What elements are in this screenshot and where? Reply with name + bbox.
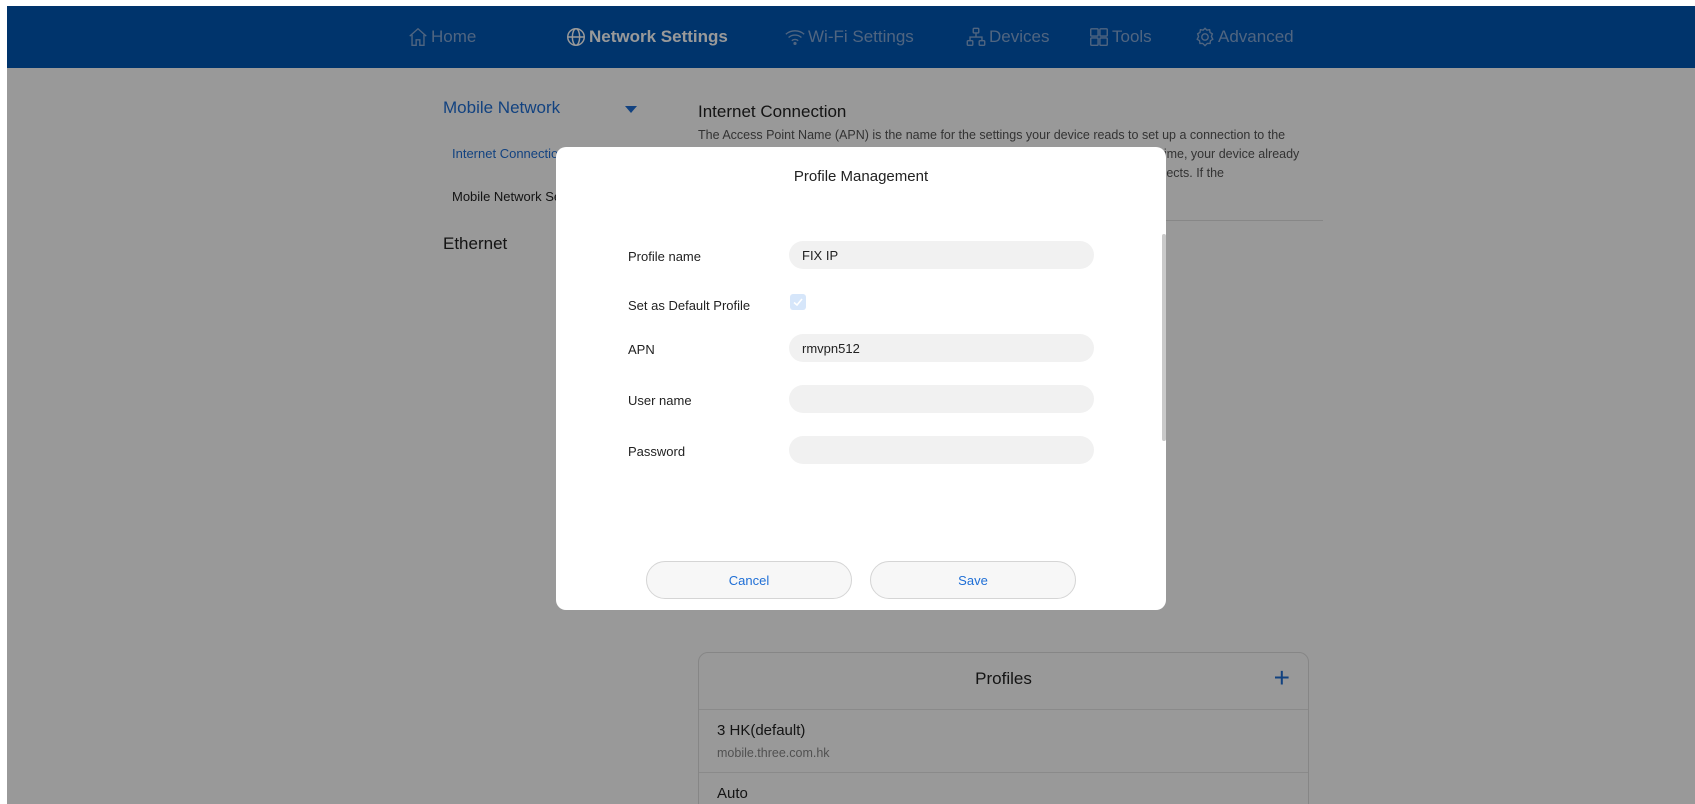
apn-input[interactable]	[789, 334, 1094, 362]
profile-name-label: Profile name	[628, 249, 701, 264]
apn-label: APN	[628, 342, 655, 357]
router-admin-page: Home Network Settings Wi-Fi Settings Dev…	[7, 6, 1695, 804]
cancel-button[interactable]: Cancel	[646, 561, 852, 599]
password-label: Password	[628, 444, 686, 459]
profile-name-input[interactable]	[789, 241, 1094, 269]
username-label: User name	[628, 393, 692, 408]
save-button[interactable]: Save	[870, 561, 1076, 599]
default-profile-checkbox[interactable]	[790, 294, 806, 310]
check-icon	[793, 298, 803, 307]
username-input[interactable]	[789, 385, 1094, 413]
default-profile-label: Set as Default Profile	[628, 298, 751, 313]
dialog-scrollbar[interactable]	[1162, 234, 1166, 441]
profile-management-dialog: Profile Management Profile name Set as D…	[556, 147, 1166, 610]
password-input[interactable]	[789, 436, 1094, 464]
dialog-title: Profile Management	[793, 168, 929, 185]
dialog-form: Profile name Set as Default Profile APN …	[556, 227, 1166, 481]
